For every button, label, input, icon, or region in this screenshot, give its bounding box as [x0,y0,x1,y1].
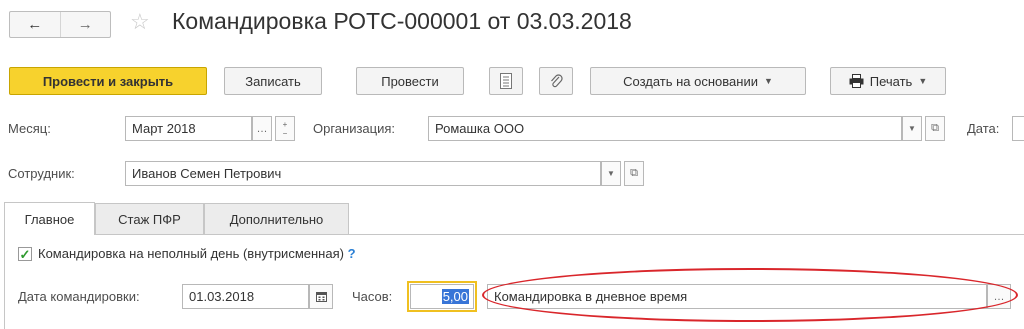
calendar-icon [315,292,327,302]
open-link-icon: ⧉ [630,167,638,179]
paperclip-icon [551,74,563,88]
favorite-star-icon[interactable]: ☆ [130,9,150,35]
tab-additional[interactable]: Дополнительно [204,203,349,234]
help-icon[interactable]: ? [348,246,356,261]
printer-icon [849,74,864,88]
partial-day-text: Командировка на неполный день (внутрисме… [38,246,344,261]
partial-day-label: Командировка на неполный день (внутрисме… [38,246,356,261]
tab-divider [4,234,1024,235]
document-lines-icon [500,73,512,89]
print-label: Печать [869,73,913,89]
page-title: Командировка РОТС-000001 от 03.03.2018 [172,8,632,34]
tab-main[interactable]: Главное [4,202,95,235]
organization-field[interactable]: Ромашка ООО [428,116,902,141]
month-field[interactable]: Март 2018 [125,116,252,141]
chevron-down-icon: ▼ [908,124,916,133]
document-journal-button[interactable] [489,67,523,95]
month-select-button[interactable]: … [252,116,272,141]
trip-date-field[interactable]: 01.03.2018 [182,284,309,309]
back-button[interactable]: ← [10,12,61,37]
chevron-down-icon: ▼ [763,76,773,86]
save-button[interactable]: Записать [224,67,322,95]
highlight-oval [482,268,1018,322]
employee-field[interactable]: Иванов Семен Петрович [125,161,601,186]
checkmark-icon: ✓ [19,246,31,262]
post-and-close-button[interactable]: Провести и закрыть [9,67,207,95]
employee-dropdown-button[interactable]: ▼ [601,161,621,186]
trip-date-label: Дата командировки: [18,289,140,304]
arrow-left-icon: ← [27,16,43,33]
organization-label: Организация: [313,121,396,136]
employee-label: Сотрудник: [8,166,75,181]
month-label: Месяц: [8,121,51,136]
create-based-on-button[interactable]: Создать на основании ▼ [590,67,806,95]
open-link-icon: ⧉ [931,122,939,134]
nav-buttons: ← → [9,11,111,38]
hours-label: Часов: [352,289,393,304]
chevron-down-icon: ▼ [607,169,615,178]
organization-open-button[interactable]: ⧉ [925,116,945,141]
tab-pension-service[interactable]: Стаж ПФР [95,203,204,234]
date-field[interactable] [1012,116,1024,141]
stepper-down-icon: − [282,128,288,138]
forward-button[interactable]: → [61,12,111,37]
post-button[interactable]: Провести [356,67,464,95]
partial-day-checkbox[interactable]: ✓ [18,247,32,261]
employee-open-button[interactable]: ⧉ [624,161,644,186]
stepper-up-icon: + [282,119,288,129]
print-button[interactable]: Печать ▼ [830,67,946,95]
date-label: Дата: [967,121,1000,136]
create-based-on-label: Создать на основании [623,73,758,89]
ellipsis-icon: … [256,122,268,135]
hours-value: 5,00 [441,289,469,304]
organization-dropdown-button[interactable]: ▼ [902,116,922,141]
arrow-right-icon: → [77,16,93,33]
hours-field[interactable]: 5,00 [410,284,474,309]
calendar-button[interactable] [309,284,333,309]
month-stepper[interactable]: + − [275,116,295,141]
attach-file-button[interactable] [539,67,573,95]
chevron-down-icon: ▼ [918,76,928,86]
